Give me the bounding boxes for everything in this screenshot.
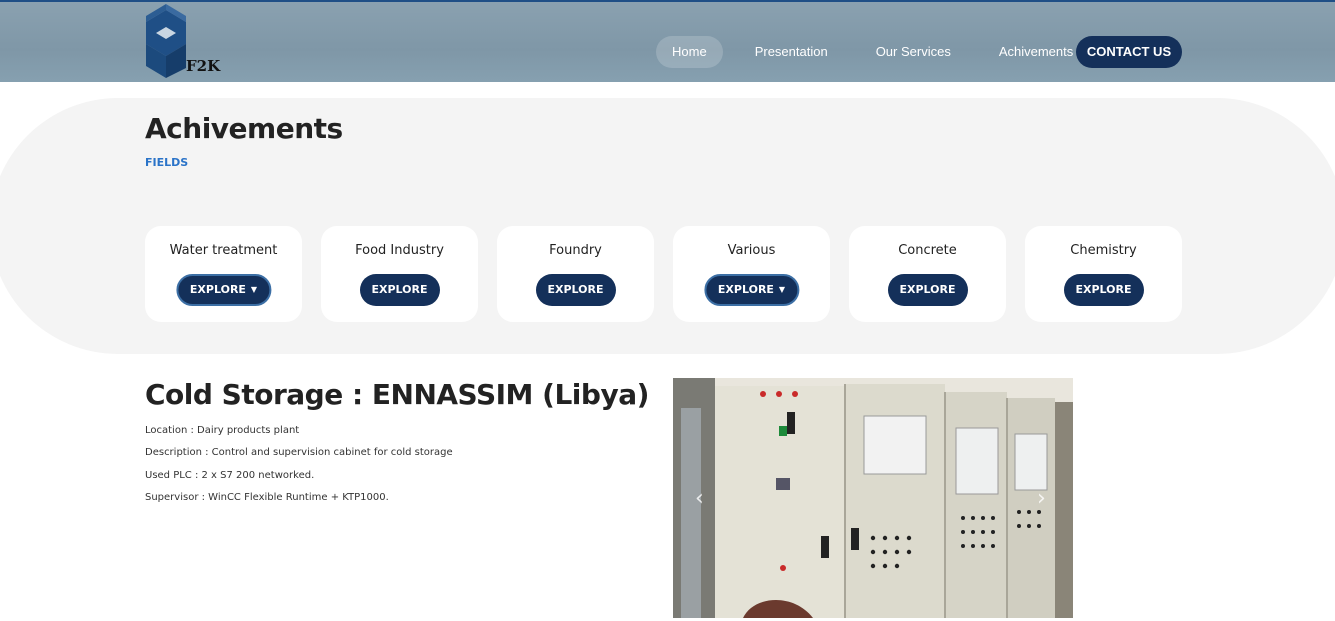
field-card-title: Foundry bbox=[549, 243, 602, 258]
explore-label: EXPLORE bbox=[717, 283, 774, 296]
chevron-right-icon[interactable]: › bbox=[1037, 486, 1046, 511]
project-location: Location : Dairy products plant bbox=[145, 425, 300, 436]
field-card-foundry: Foundry EXPLORE bbox=[497, 226, 654, 322]
nav-home[interactable]: Home bbox=[656, 36, 723, 68]
explore-dropdown-button[interactable]: EXPLORE ▼ bbox=[703, 274, 800, 306]
field-card-concrete: Concrete EXPLORE bbox=[849, 226, 1006, 322]
field-card-title: Food Industry bbox=[355, 243, 444, 258]
field-cards: Water treatment EXPLORE ▼ Food Industry E… bbox=[145, 226, 1182, 322]
field-card-title: Water treatment bbox=[169, 243, 278, 258]
field-card-chemistry: Chemistry EXPLORE bbox=[1025, 226, 1182, 322]
page-title: Achivements bbox=[145, 112, 343, 145]
logo-text: F2K bbox=[186, 57, 221, 75]
site-header: F2K Home Presentation Our Services Achiv… bbox=[0, 0, 1335, 82]
field-card-water-treatment: Water treatment EXPLORE ▼ bbox=[145, 226, 302, 322]
caret-down-icon: ▼ bbox=[250, 285, 258, 294]
project-plc: Used PLC : 2 x S7 200 networked. bbox=[145, 470, 315, 481]
explore-label: EXPLORE bbox=[189, 283, 246, 296]
field-card-various: Various EXPLORE ▼ bbox=[673, 226, 830, 322]
explore-dropdown-button[interactable]: EXPLORE ▼ bbox=[175, 274, 272, 306]
explore-button[interactable]: EXPLORE bbox=[887, 274, 968, 306]
field-card-title: Chemistry bbox=[1070, 243, 1137, 258]
nav-presentation[interactable]: Presentation bbox=[739, 36, 844, 68]
explore-button[interactable]: EXPLORE bbox=[1063, 274, 1144, 306]
control-cabinet-photo bbox=[673, 378, 1073, 618]
project-description: Description : Control and supervision ca… bbox=[145, 447, 453, 458]
project-title: Cold Storage : ENNASSIM (Libya) bbox=[145, 378, 649, 411]
field-card-title: Concrete bbox=[898, 243, 957, 258]
main-nav: Home Presentation Our Services Achivemen… bbox=[656, 36, 1089, 68]
explore-button[interactable]: EXPLORE bbox=[359, 274, 440, 306]
nav-our-services[interactable]: Our Services bbox=[860, 36, 967, 68]
caret-down-icon: ▼ bbox=[778, 285, 786, 294]
section-subtitle: FIELDS bbox=[145, 156, 189, 169]
field-card-food-industry: Food Industry EXPLORE bbox=[321, 226, 478, 322]
project-supervisor: Supervisor : WinCC Flexible Runtime + KT… bbox=[145, 492, 389, 503]
contact-us-button[interactable]: CONTACT US bbox=[1076, 36, 1182, 68]
chevron-left-icon[interactable]: ‹ bbox=[695, 486, 704, 511]
explore-button[interactable]: EXPLORE bbox=[535, 274, 616, 306]
field-card-title: Various bbox=[727, 243, 776, 258]
nav-achivements[interactable]: Achivements bbox=[983, 36, 1089, 68]
project-photo-carousel[interactable]: ‹ › bbox=[673, 378, 1073, 618]
